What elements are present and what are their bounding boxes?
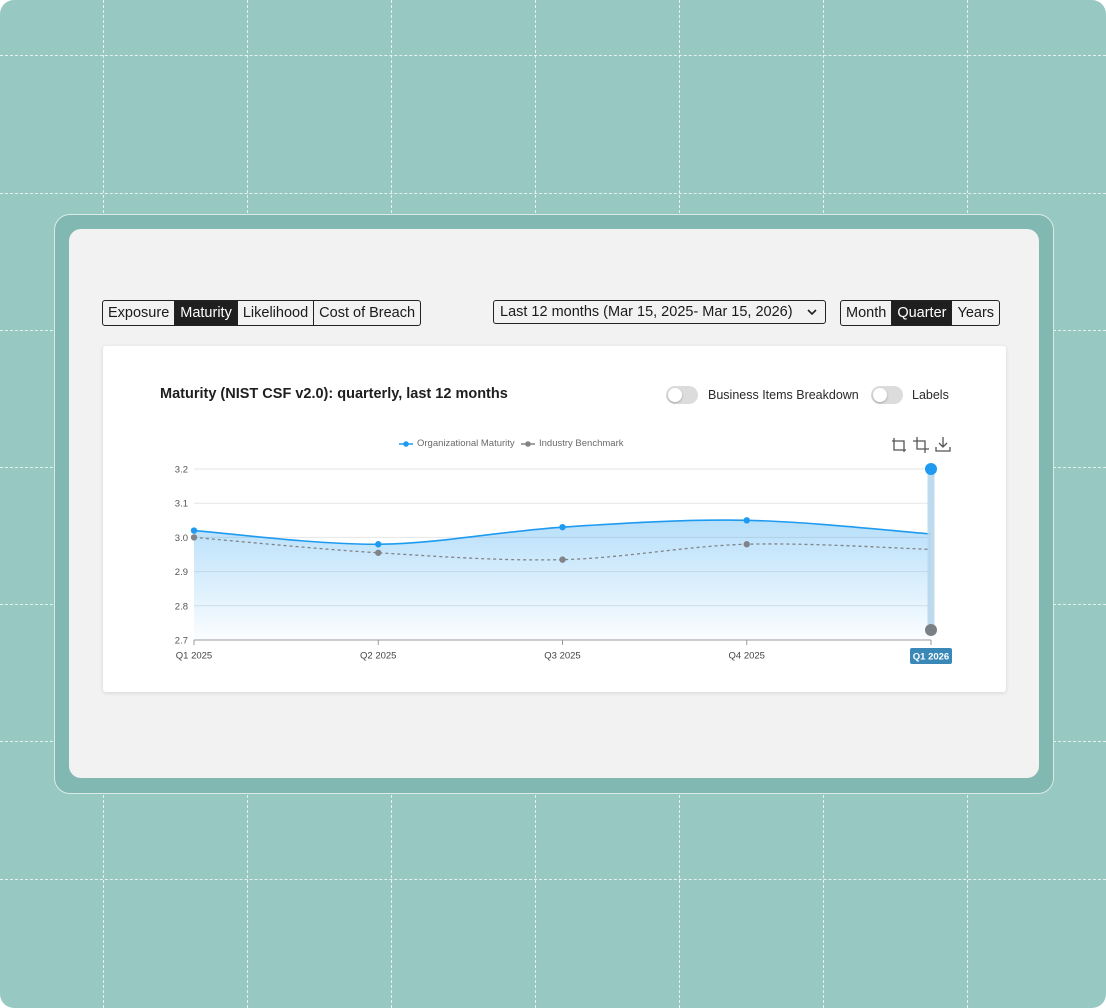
labels-toggle[interactable] — [871, 386, 903, 404]
industry-benchmark-point — [559, 556, 566, 563]
legend-marker-icon — [399, 440, 413, 447]
x-tick-label: Q1 2025 — [176, 651, 212, 662]
chevron-down-icon — [807, 309, 817, 316]
y-tick-label: 2.9 — [175, 567, 188, 578]
organizational-maturity-point — [375, 541, 382, 548]
organizational-maturity-point — [190, 527, 198, 534]
y-tick-label: 3.2 — [175, 465, 188, 476]
industry-benchmark-point — [743, 541, 750, 548]
industry-benchmark-point — [190, 534, 198, 541]
business-items-breakdown-toggle[interactable] — [666, 386, 698, 404]
tab-years[interactable]: Years — [951, 301, 999, 325]
hover-marker-maturity — [925, 463, 937, 475]
legend-label: Organizational Maturity — [417, 438, 515, 449]
organizational-maturity-area — [194, 520, 931, 640]
y-tick-label: 3.0 — [175, 533, 188, 544]
x-tick-label: Q2 2025 — [360, 651, 396, 662]
background-grid-line — [0, 193, 1106, 194]
business-items-breakdown-label: Business Items Breakdown — [708, 388, 859, 402]
x-tick-label: Q3 2025 — [544, 651, 580, 662]
zoom-reset-icon[interactable] — [891, 437, 907, 453]
industry-benchmark-point — [375, 549, 382, 556]
tab-quarter[interactable]: Quarter — [891, 301, 952, 325]
labels-toggle-label: Labels — [912, 388, 949, 402]
y-tick-label: 2.8 — [175, 601, 188, 612]
tab-cost-of-breach[interactable]: Cost of Breach — [313, 301, 420, 325]
hover-crosshair — [927, 469, 935, 630]
organizational-maturity-point — [559, 523, 566, 531]
tab-month[interactable]: Month — [841, 301, 891, 325]
x-tick-label: Q4 2025 — [729, 651, 765, 662]
organizational-maturity-point — [743, 517, 750, 524]
background-grid-line — [0, 55, 1106, 56]
background-grid-line — [0, 879, 1106, 880]
maturity-area-chart[interactable]: 3.2 3.1 3.0 2.9 2.8 2.7 Q1 2025 Q2 2025 Q3 2025 Q… — [160, 455, 980, 675]
tab-maturity[interactable]: Maturity — [174, 301, 237, 325]
toggle-knob — [668, 388, 682, 402]
date-range-select[interactable]: Last 12 months (Mar 15, 2025- Mar 15, 20… — [493, 300, 826, 324]
x-tick-label: Q1 2026 — [913, 652, 949, 663]
tab-exposure[interactable]: Exposure — [103, 301, 174, 325]
zoom-select-icon[interactable] — [913, 437, 929, 453]
toggle-knob — [873, 388, 887, 402]
y-tick-label: 2.7 — [175, 636, 188, 647]
tab-likelihood[interactable]: Likelihood — [236, 301, 313, 325]
legend-label: Industry Benchmark — [539, 438, 624, 449]
hover-marker-benchmark — [925, 624, 937, 636]
legend-industry-benchmark[interactable]: Industry Benchmark — [521, 438, 623, 449]
download-icon[interactable] — [935, 436, 951, 452]
date-range-label: Last 12 months (Mar 15, 2025- Mar 15, 20… — [500, 304, 793, 320]
metric-tabs: Exposure Maturity Likelihood Cost of Bre… — [102, 300, 422, 326]
y-tick-label: 3.1 — [175, 499, 188, 510]
legend-marker-icon — [521, 440, 535, 447]
chart-title: Maturity (NIST CSF v2.0): quarterly, las… — [160, 386, 508, 402]
period-tabs: Month Quarter Years — [840, 300, 1001, 326]
legend-organizational-maturity[interactable]: Organizational Maturity — [399, 438, 515, 449]
